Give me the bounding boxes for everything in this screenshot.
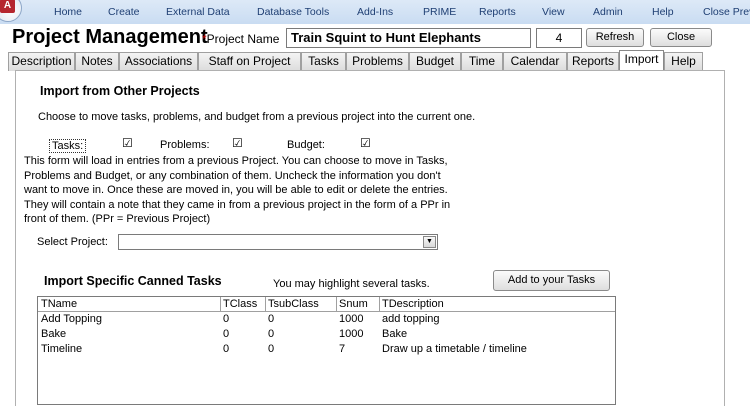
problems-checkbox[interactable]: ☑: [232, 137, 243, 149]
select-project-dropdown[interactable]: ▼: [118, 234, 438, 250]
page-title: Project Management: [12, 26, 208, 48]
cell-tsubclass: 0: [268, 343, 275, 355]
budget-label: Budget:: [287, 139, 325, 151]
tab-budget[interactable]: Budget: [409, 52, 461, 71]
column-header-tclass[interactable]: TClass: [223, 298, 257, 310]
column-header-tname[interactable]: TName: [41, 298, 77, 310]
column-divider[interactable]: [265, 297, 266, 311]
tab-problems[interactable]: Problems: [346, 52, 409, 71]
add-to-tasks-button[interactable]: Add to your Tasks: [493, 270, 610, 291]
menu-database-tools[interactable]: Database Tools: [257, 6, 329, 18]
cell-snum: 1000: [339, 328, 364, 340]
menu-external-data[interactable]: External Data: [166, 6, 230, 18]
close-button[interactable]: Close: [650, 28, 712, 47]
cell-tdescription: Bake: [382, 328, 408, 340]
column-header-tsubclass[interactable]: TsubClass: [268, 298, 319, 310]
menu-create[interactable]: Create: [108, 6, 140, 18]
column-header-snum[interactable]: Snum: [339, 298, 368, 310]
ribbon-bar: A Home Create External Data Database Too…: [0, 0, 750, 25]
refresh-button[interactable]: Refresh: [586, 28, 644, 47]
menu-home[interactable]: Home: [54, 6, 82, 18]
cell-tsubclass: 0: [268, 328, 275, 340]
menu-close-preview[interactable]: Close Preview: [703, 6, 750, 18]
column-divider[interactable]: [336, 297, 337, 311]
import-intro-text: Choose to move tasks, problems, and budg…: [38, 111, 476, 123]
cell-snum: 1000: [339, 313, 364, 325]
cell-tname: Timeline: [41, 343, 83, 355]
header-divider: [38, 311, 615, 312]
cell-snum: 7: [339, 343, 346, 355]
cell-tclass: 0: [223, 328, 230, 340]
menu-add-ins[interactable]: Add-Ins: [357, 6, 393, 18]
project-number-field[interactable]: 4: [536, 28, 582, 48]
cell-tclass: 0: [223, 343, 230, 355]
import-heading: Import from Other Projects: [40, 84, 200, 98]
tasks-checkbox[interactable]: ☑: [122, 137, 133, 149]
form-header: Project Management *Project Name Train S…: [0, 24, 750, 51]
canned-tasks-list[interactable]: TName TClass TsubClass Snum TDescription…: [37, 296, 616, 405]
project-name-field[interactable]: Train Squint to Hunt Elephants: [286, 28, 531, 48]
menu-help[interactable]: Help: [652, 6, 674, 18]
tab-calendar[interactable]: Calendar: [503, 52, 567, 71]
tab-strip: Description Notes Associations Staff on …: [8, 50, 750, 71]
menu-reports[interactable]: Reports: [479, 6, 516, 18]
tab-description[interactable]: Description: [8, 52, 75, 71]
cell-tdescription: add topping: [382, 313, 440, 325]
select-project-label: Select Project:: [37, 236, 108, 248]
tab-staff-on-project[interactable]: Staff on Project: [198, 52, 301, 71]
tab-notes[interactable]: Notes: [75, 52, 119, 71]
menu-view[interactable]: View: [542, 6, 565, 18]
import-description: This form will load in entries from a pr…: [24, 155, 451, 226]
office-button[interactable]: A: [0, 0, 22, 22]
project-name-label: *Project Name: [202, 32, 280, 46]
menu-prime[interactable]: PRIME: [423, 6, 456, 18]
column-header-tdescription[interactable]: TDescription: [382, 298, 444, 310]
budget-checkbox[interactable]: ☑: [360, 137, 371, 149]
tab-import[interactable]: Import: [619, 50, 664, 71]
cell-tdescription: Draw up a timetable / timeline: [382, 343, 527, 355]
access-logo-icon: A: [0, 0, 15, 13]
cell-tname: Add Topping: [41, 313, 102, 325]
tab-help[interactable]: Help: [664, 52, 703, 71]
tasks-label: Tasks:: [49, 139, 87, 153]
column-divider[interactable]: [220, 297, 221, 311]
cell-tsubclass: 0: [268, 313, 275, 325]
cell-tclass: 0: [223, 313, 230, 325]
column-divider[interactable]: [379, 297, 380, 311]
chevron-down-icon[interactable]: ▼: [423, 236, 436, 248]
problems-label: Problems:: [160, 139, 210, 151]
tab-associations[interactable]: Associations: [119, 52, 198, 71]
cell-tname: Bake: [41, 328, 67, 340]
tab-reports[interactable]: Reports: [567, 52, 619, 71]
canned-tasks-hint: You may highlight several tasks.: [273, 278, 430, 290]
tab-tasks[interactable]: Tasks: [301, 52, 346, 71]
tab-time[interactable]: Time: [461, 52, 503, 71]
menu-admin[interactable]: Admin: [593, 6, 623, 18]
canned-tasks-heading: Import Specific Canned Tasks: [44, 274, 222, 288]
